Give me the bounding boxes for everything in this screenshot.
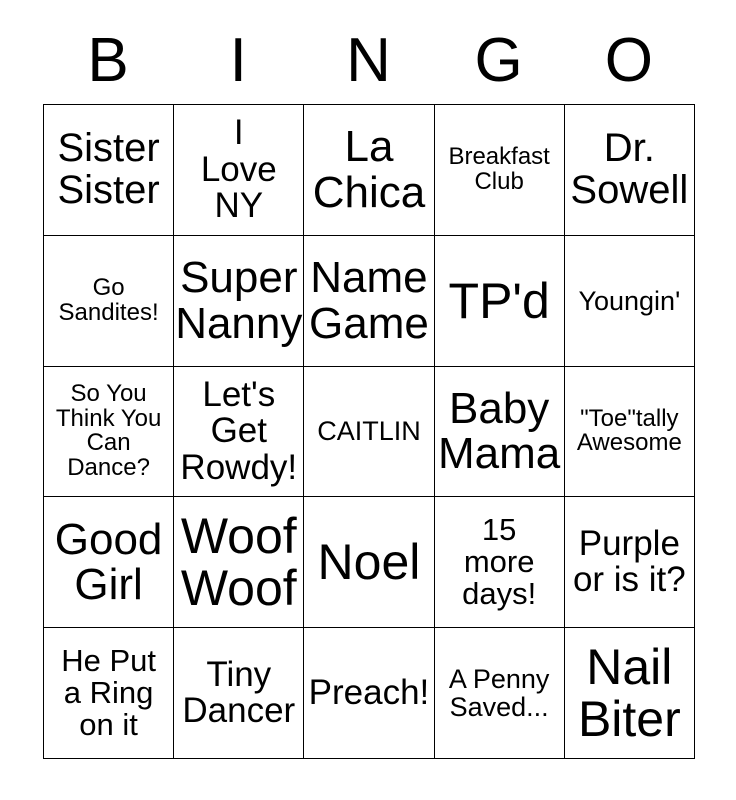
bingo-square[interactable]: La Chica — [304, 105, 435, 236]
bingo-square-label: Tiny Dancer — [182, 654, 296, 731]
bingo-square-label: Dr. Sowell — [570, 126, 689, 212]
bingo-square[interactable]: Tiny Dancer — [174, 628, 305, 759]
bingo-square[interactable]: Woof Woof — [174, 497, 305, 629]
bingo-square[interactable]: Super Nanny — [174, 235, 305, 367]
bingo-square-label: Super Nanny — [175, 252, 303, 348]
bingo-square[interactable]: So You Think You Can Dance? — [44, 366, 175, 498]
bingo-row: Good Girl Woof Woof Noel 15 more days! P… — [44, 497, 695, 629]
bingo-square-label: Noel — [317, 534, 421, 591]
bingo-square[interactable]: Nail Biter — [564, 628, 695, 759]
bingo-square[interactable]: Let's Get Rowdy! — [174, 366, 305, 498]
bingo-square[interactable]: CAITLIN — [304, 366, 435, 498]
bingo-square-label: Breakfast Club — [448, 142, 550, 195]
bingo-square[interactable]: Name Game — [304, 235, 435, 367]
bingo-square[interactable]: "Toe"tally Awesome — [564, 366, 695, 498]
bingo-square[interactable]: A Penny Saved... — [434, 628, 565, 759]
bingo-square[interactable]: Baby Mama — [434, 366, 565, 498]
bingo-square-label: Baby Mama — [438, 383, 561, 479]
bingo-square[interactable]: TP'd — [434, 235, 565, 367]
bingo-square-label: He Put a Ring on it — [61, 642, 156, 743]
bingo-square-label: Go Sandites! — [58, 273, 159, 326]
bingo-card: B I N G O Sister Sister I Love NY La Chi… — [43, 18, 695, 759]
bingo-header-letter-o: O — [604, 26, 653, 95]
bingo-square[interactable]: Dr. Sowell — [564, 105, 695, 236]
bingo-square-label: Let's Get Rowdy! — [180, 374, 298, 487]
bingo-square[interactable]: 15 more days! — [434, 497, 565, 629]
bingo-grid: Sister Sister I Love NY La Chica Breakfa… — [43, 104, 695, 759]
bingo-row: Sister Sister I Love NY La Chica Breakfa… — [44, 105, 695, 236]
bingo-square-label: A Penny Saved... — [448, 664, 550, 723]
bingo-row: He Put a Ring on it Tiny Dancer Preach! … — [44, 628, 695, 759]
bingo-header-letter-i: I — [229, 26, 247, 95]
bingo-square[interactable]: Breakfast Club — [434, 105, 565, 236]
bingo-square-label: La Chica — [312, 122, 426, 217]
bingo-square[interactable]: Youngin' — [564, 235, 695, 367]
bingo-header-letter-n: N — [346, 26, 391, 95]
bingo-square-label: Good Girl — [54, 514, 163, 610]
bingo-square-label: Preach! — [308, 672, 430, 712]
bingo-header-letter-b: B — [87, 26, 129, 95]
bingo-row: So You Think You Can Dance? Let's Get Ro… — [44, 366, 695, 498]
bingo-square-label: Name Game — [309, 252, 429, 348]
bingo-row: Go Sandites! Super Nanny Name Game TP'd … — [44, 235, 695, 367]
bingo-square[interactable]: Sister Sister — [44, 105, 175, 236]
bingo-square-label: CAITLIN — [317, 416, 421, 447]
bingo-header-letter-g: G — [474, 26, 523, 95]
bingo-square[interactable]: Preach! — [304, 628, 435, 759]
bingo-square-label: So You Think You Can Dance? — [55, 379, 162, 482]
bingo-square-label: 15 more days! — [462, 511, 537, 612]
bingo-square-label: TP'd — [448, 272, 550, 329]
bingo-square[interactable]: Noel — [304, 497, 435, 629]
bingo-square[interactable]: He Put a Ring on it — [44, 628, 175, 759]
bingo-square-label: Nail Biter — [577, 639, 681, 748]
bingo-square[interactable]: Go Sandites! — [44, 235, 175, 367]
bingo-square[interactable]: I Love NY — [174, 105, 305, 236]
bingo-square-label: I Love NY — [200, 113, 277, 226]
bingo-square-label: Purple or is it? — [572, 523, 686, 600]
bingo-header-row: B I N G O — [43, 18, 694, 104]
bingo-square-label: Sister Sister — [57, 126, 160, 212]
bingo-square-label: "Toe"tally Awesome — [576, 404, 682, 457]
bingo-square[interactable]: Good Girl — [44, 497, 175, 629]
bingo-square-label: Youngin' — [578, 285, 681, 316]
bingo-square-label: Woof Woof — [180, 508, 297, 617]
bingo-square[interactable]: Purple or is it? — [564, 497, 695, 629]
